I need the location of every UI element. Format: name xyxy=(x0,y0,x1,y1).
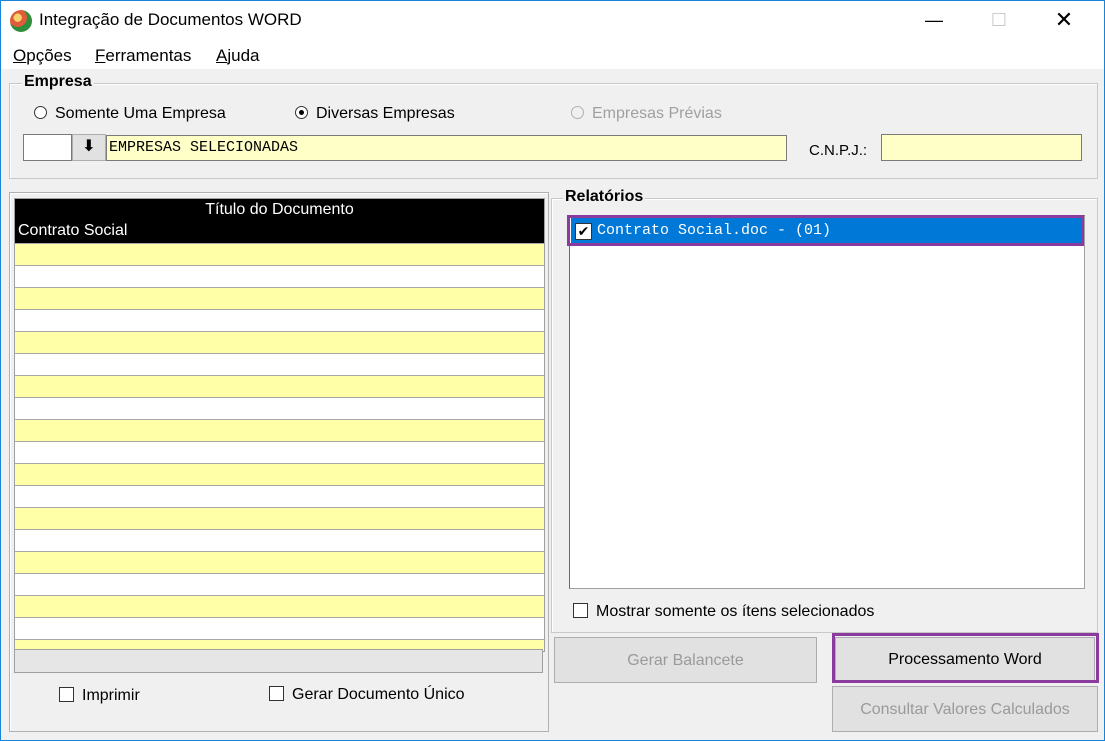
radio-diversas-empresas[interactable]: Diversas Empresas xyxy=(295,105,455,123)
consultar-valores-button[interactable]: Consultar Valores Calculados xyxy=(832,686,1098,732)
radio-label: Empresas Prévias xyxy=(592,105,722,122)
main-window: Integração de Documentos WORD — ☐ ✕ Opçõ… xyxy=(0,0,1105,741)
minimize-button[interactable]: — xyxy=(911,5,957,35)
checkbox-label: Gerar Documento Único xyxy=(292,686,465,703)
radio-label: Diversas Empresas xyxy=(316,105,455,122)
title-bar: Integração de Documentos WORD — ☐ ✕ xyxy=(1,1,1104,41)
mostrar-selecionados-checkbox[interactable]: Mostrar somente os ítens selecionados xyxy=(573,603,874,621)
highlight-frame xyxy=(832,633,1099,683)
gerar-balancete-button[interactable]: Gerar Balancete xyxy=(554,637,817,683)
company-code-input[interactable] xyxy=(23,134,72,161)
table-row[interactable]: Contrato Social xyxy=(15,220,544,244)
company-name-field[interactable]: EMPRESAS SELECIONADAS xyxy=(106,135,787,161)
menu-ferramentas[interactable]: Ferramentas xyxy=(95,46,191,66)
radio-selected-icon xyxy=(295,106,308,119)
table-row[interactable] xyxy=(15,442,544,464)
documents-grid[interactable]: Título do Documento Contrato Social xyxy=(14,198,545,652)
table-row[interactable] xyxy=(15,288,544,310)
imprimir-checkbox[interactable]: Imprimir xyxy=(59,687,140,705)
radio-circle-icon xyxy=(571,106,584,119)
maximize-button[interactable]: ☐ xyxy=(976,5,1022,35)
empresa-legend: Empresa xyxy=(22,73,94,91)
checkbox-label: Imprimir xyxy=(82,687,140,704)
table-row[interactable] xyxy=(15,398,544,420)
radio-somente-uma-empresa[interactable]: Somente Uma Empresa xyxy=(34,105,226,123)
menu-bar: Opções Ferramentas Ajuda xyxy=(1,41,1104,69)
table-row[interactable] xyxy=(15,596,544,618)
highlight-frame xyxy=(567,215,1084,246)
table-row[interactable] xyxy=(15,530,544,552)
table-row[interactable] xyxy=(15,354,544,376)
checkbox-icon xyxy=(269,686,284,701)
radio-empresas-previas[interactable]: Empresas Prévias xyxy=(571,105,722,123)
menu-ajuda[interactable]: Ajuda xyxy=(216,46,259,66)
download-arrow-icon: ⬇ xyxy=(82,138,96,155)
table-row[interactable] xyxy=(15,420,544,442)
relatorios-legend: Relatórios xyxy=(563,188,646,206)
gerar-documento-unico-checkbox[interactable]: Gerar Documento Único xyxy=(269,686,465,704)
checkbox-label: Mostrar somente os ítens selecionados xyxy=(596,603,875,620)
radio-label: Somente Uma Empresa xyxy=(55,105,226,122)
checkbox-icon xyxy=(59,687,74,702)
window-title: Integração de Documentos WORD xyxy=(39,10,302,29)
table-row[interactable] xyxy=(15,244,544,266)
table-row[interactable] xyxy=(15,266,544,288)
checkbox-icon xyxy=(573,603,588,618)
table-row[interactable] xyxy=(15,376,544,398)
table-row[interactable] xyxy=(15,332,544,354)
download-arrow-button[interactable]: ⬇ xyxy=(72,134,106,161)
cnpj-input[interactable] xyxy=(881,134,1082,161)
grid-header-titulo: Título do Documento xyxy=(15,199,544,220)
table-row[interactable] xyxy=(15,310,544,332)
menu-opcoes[interactable]: Opções xyxy=(13,46,72,66)
table-row[interactable] xyxy=(15,508,544,530)
table-row[interactable] xyxy=(15,574,544,596)
table-row[interactable] xyxy=(15,618,544,640)
table-row[interactable] xyxy=(15,464,544,486)
cnpj-label: C.N.P.J.: xyxy=(809,142,868,159)
close-button[interactable]: ✕ xyxy=(1041,5,1087,35)
radio-circle-icon xyxy=(34,106,47,119)
table-row[interactable] xyxy=(15,552,544,574)
app-logo-icon xyxy=(10,10,32,32)
table-row[interactable] xyxy=(15,486,544,508)
grid-status-bar xyxy=(14,649,543,673)
empresa-group: Empresa xyxy=(9,73,1098,179)
relatorios-list[interactable]: ✔ Contrato Social.doc - (01) xyxy=(569,215,1085,589)
